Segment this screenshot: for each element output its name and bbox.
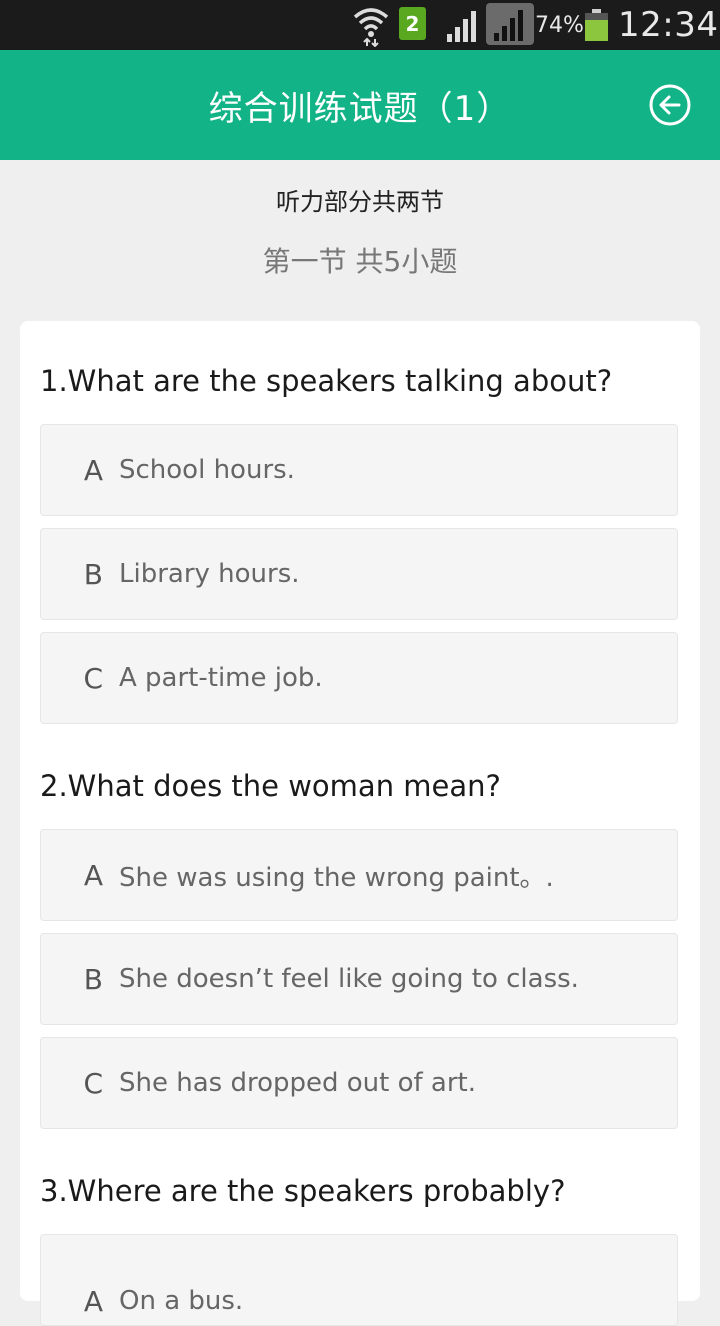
back-button[interactable] [648, 83, 692, 127]
option-letter: A [83, 1284, 103, 1318]
option-letter: A [83, 453, 103, 487]
option-text: She has dropped out of art. [119, 1068, 477, 1098]
status-bar: 2 74% 12:34 [0, 0, 720, 50]
signal-icon [446, 0, 480, 50]
section-subtitle: 第一节 共5小题 [262, 245, 458, 278]
signal-icon-secondary [486, 3, 534, 45]
app-header: 综合训练试题（1） [0, 50, 720, 160]
option-text: She doesn’t feel like going to class. [119, 964, 579, 994]
option-text: A part-time job. [119, 663, 323, 693]
option-text: On a bus. [119, 1286, 244, 1316]
battery-percent: 74% [535, 12, 584, 38]
option-text: She was using the wrong paint。. [119, 862, 554, 893]
wifi-icon [352, 0, 390, 50]
option-letter: A [83, 858, 103, 892]
option-letter: B [83, 962, 103, 996]
question-1: 1.What are the speakers talking about? [40, 364, 613, 398]
option-1c[interactable]: C A part-time job. [40, 632, 678, 724]
option-letter: B [83, 557, 103, 591]
option-2a[interactable]: A She was using the wrong paint。. [40, 829, 678, 921]
sim-icon: 2 [399, 7, 426, 40]
option-letter: C [83, 1066, 103, 1100]
clock: 12:34 [618, 5, 719, 45]
page-title: 综合训练试题（1） [208, 88, 512, 129]
section-title: 听力部分共两节 [276, 188, 444, 216]
option-3a[interactable]: A On a bus. [40, 1234, 678, 1326]
option-letter: C [83, 661, 103, 695]
option-2c[interactable]: C She has dropped out of art. [40, 1037, 678, 1129]
option-2b[interactable]: B She doesn’t feel like going to class. [40, 933, 678, 1025]
option-1b[interactable]: B Library hours. [40, 528, 678, 620]
option-1a[interactable]: A School hours. [40, 424, 678, 516]
question-2: 2.What does the woman mean? [40, 769, 501, 803]
question-3: 3.Where are the speakers probably? [40, 1174, 566, 1208]
battery-icon [585, 9, 608, 41]
option-text: Library hours. [119, 559, 300, 589]
option-text: School hours. [119, 455, 295, 485]
back-arrow-circle-icon [649, 84, 691, 126]
